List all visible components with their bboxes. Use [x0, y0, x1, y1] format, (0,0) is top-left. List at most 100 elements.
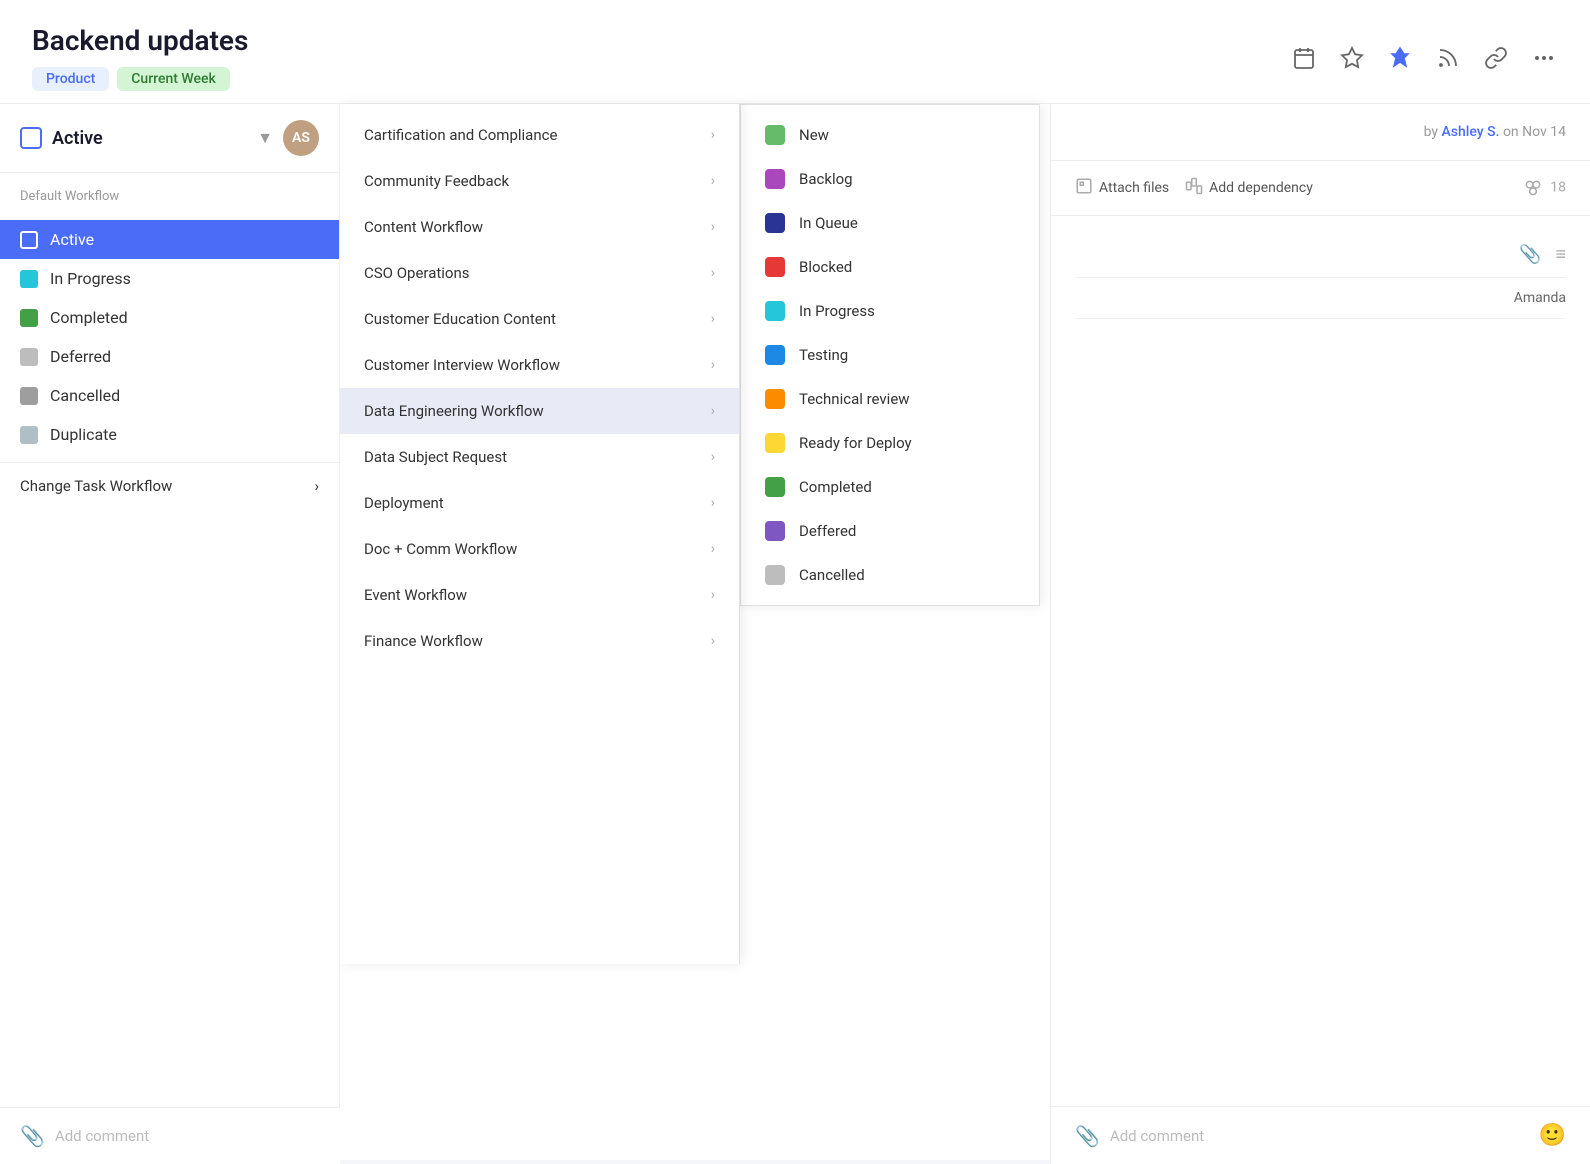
link-icon[interactable] [1482, 44, 1510, 72]
status-item-deferred[interactable]: Deferred [0, 337, 339, 376]
status-option-testing[interactable]: Testing [741, 333, 1039, 377]
workflow-label-8: Deployment [364, 494, 444, 512]
change-workflow-button[interactable]: Change Task Workflow › [0, 462, 339, 509]
workflow-item-5[interactable]: Customer Interview Workflow › [340, 342, 739, 388]
workflow-label-9: Doc + Comm Workflow [364, 540, 517, 558]
status-option-label-new: New [799, 126, 829, 144]
status-item-completed[interactable]: Completed [0, 298, 339, 337]
status-checkbox[interactable] [20, 127, 42, 149]
more-icon[interactable] [1530, 44, 1558, 72]
status-option-inprogress[interactable]: In Progress [741, 289, 1039, 333]
status-dot-deferred [20, 348, 38, 366]
header-tags: Product Current Week [32, 67, 248, 91]
workflow-label-3: CSO Operations [364, 264, 470, 282]
color-dot-techreview [765, 389, 785, 409]
task-row-1: 📎 ≡ [1075, 232, 1566, 278]
color-dot-cancelled [765, 565, 785, 585]
workflow-item-3[interactable]: CSO Operations › [340, 250, 739, 296]
status-item-cancelled[interactable]: Cancelled [0, 376, 339, 415]
bottom-comment-right: 📎 Add comment 🙂 [1051, 1106, 1590, 1164]
status-option-label-testing: Testing [799, 346, 848, 364]
status-option-backlog[interactable]: Backlog [741, 157, 1039, 201]
status-option-label-readydeploy: Ready for Deploy [799, 434, 912, 452]
status-dot-completed [20, 309, 38, 327]
tag-current-week[interactable]: Current Week [117, 67, 230, 91]
workflow-chevron-11: › [711, 633, 715, 649]
assignee-link[interactable]: Ashley S. [1442, 124, 1500, 140]
comment-placeholder-left[interactable]: Add comment [55, 1127, 149, 1145]
color-dot-blocked [765, 257, 785, 277]
add-dependency-button[interactable]: Add dependency [1185, 177, 1313, 199]
status-label-deferred: Deferred [50, 347, 111, 366]
status-option-label-backlog: Backlog [799, 170, 853, 188]
emoji-icon[interactable]: 🙂 [1539, 1123, 1566, 1148]
workflow-item-9[interactable]: Doc + Comm Workflow › [340, 526, 739, 572]
status-option-completed[interactable]: Completed [741, 465, 1039, 509]
workflow-item-1[interactable]: Community Feedback › [340, 158, 739, 204]
status-dot-duplicate [20, 426, 38, 444]
status-option-readydeploy[interactable]: Ready for Deploy [741, 421, 1039, 465]
workflow-label-2: Content Workflow [364, 218, 483, 236]
color-dot-deffered [765, 521, 785, 541]
status-option-label-deffered: Deffered [799, 522, 856, 540]
dependency-icon [1185, 177, 1203, 199]
workflow-label-11: Finance Workflow [364, 632, 483, 650]
workflow-item-11[interactable]: Finance Workflow › [340, 618, 739, 664]
status-option-label-blocked: Blocked [799, 258, 852, 276]
color-dot-inqueue [765, 213, 785, 233]
workflow-item-8[interactable]: Deployment › [340, 480, 739, 526]
workflow-item-10[interactable]: Event Workflow › [340, 572, 739, 618]
comment-placeholder-right[interactable]: Add comment [1110, 1127, 1204, 1145]
paperclip-icon-row1[interactable]: 📎 [1519, 244, 1541, 265]
workflow-chevron-3: › [711, 265, 715, 281]
status-label-active: Active [50, 230, 94, 249]
pin-icon[interactable] [1386, 44, 1414, 72]
workflow-item-6[interactable]: Data Engineering Workflow › [340, 388, 739, 434]
calendar-icon[interactable] [1290, 44, 1318, 72]
workflow-section: Default Workflow [0, 173, 339, 220]
workflow-label-0: Cartification and Compliance [364, 126, 557, 144]
workflow-item-0[interactable]: Cartification and Compliance › [340, 112, 739, 158]
status-option-new[interactable]: New [741, 113, 1039, 157]
status-option-deffered[interactable]: Deffered [741, 509, 1039, 553]
workflow-item-2[interactable]: Content Workflow › [340, 204, 739, 250]
workflow-label-7: Data Subject Request [364, 448, 507, 466]
far-right-panel: by Ashley S. on Nov 14 Attach files [1050, 104, 1590, 1164]
left-panel: Active ▼ AS Default Workflow Active In P… [0, 104, 340, 1164]
status-option-label-inprogress: In Progress [799, 302, 875, 320]
page-title: Backend updates [32, 24, 248, 57]
attach-files-button[interactable]: Attach files [1075, 177, 1169, 199]
color-dot-new [765, 125, 785, 145]
status-option-label-inqueue: In Queue [799, 214, 858, 232]
status-option-label-completed: Completed [799, 478, 872, 496]
page-container: Backend updates Product Current Week [0, 0, 1590, 1160]
status-dot-inprogress [20, 270, 38, 288]
list-icon-row1[interactable]: ≡ [1555, 244, 1566, 265]
workflow-label-4: Customer Education Content [364, 310, 556, 328]
workflow-chevron-6: › [711, 403, 715, 419]
workflow-item-4[interactable]: Customer Education Content › [340, 296, 739, 342]
status-dropdown-arrow[interactable]: ▼ [257, 128, 273, 148]
task-row-1-icons: 📎 ≡ [1519, 244, 1566, 265]
workflow-chevron-2: › [711, 219, 715, 235]
status-option-inqueue[interactable]: In Queue [741, 201, 1039, 245]
status-item-inprogress[interactable]: In Progress [0, 259, 339, 298]
status-option-cancelled[interactable]: Cancelled [741, 553, 1039, 597]
workflow-chevron-7: › [711, 449, 715, 465]
rss-icon[interactable] [1434, 44, 1462, 72]
status-option-blocked[interactable]: Blocked [741, 245, 1039, 289]
color-dot-backlog [765, 169, 785, 189]
star-icon[interactable] [1338, 44, 1366, 72]
status-item-active[interactable]: Active [0, 220, 339, 259]
status-selector-label: Active [52, 128, 247, 149]
task-comment-section: 📎 ≡ Amanda [1051, 216, 1590, 1106]
task-actions: Attach files Add dependency 18 [1051, 161, 1590, 216]
status-option-techreview[interactable]: Technical review [741, 377, 1039, 421]
color-dot-readydeploy [765, 433, 785, 453]
workflow-item-7[interactable]: Data Subject Request › [340, 434, 739, 480]
status-selector[interactable]: Active ▼ AS [0, 104, 339, 173]
attach-icon [1075, 177, 1093, 199]
tag-product[interactable]: Product [32, 67, 109, 91]
status-item-duplicate[interactable]: Duplicate [0, 415, 339, 454]
status-label-duplicate: Duplicate [50, 425, 117, 444]
